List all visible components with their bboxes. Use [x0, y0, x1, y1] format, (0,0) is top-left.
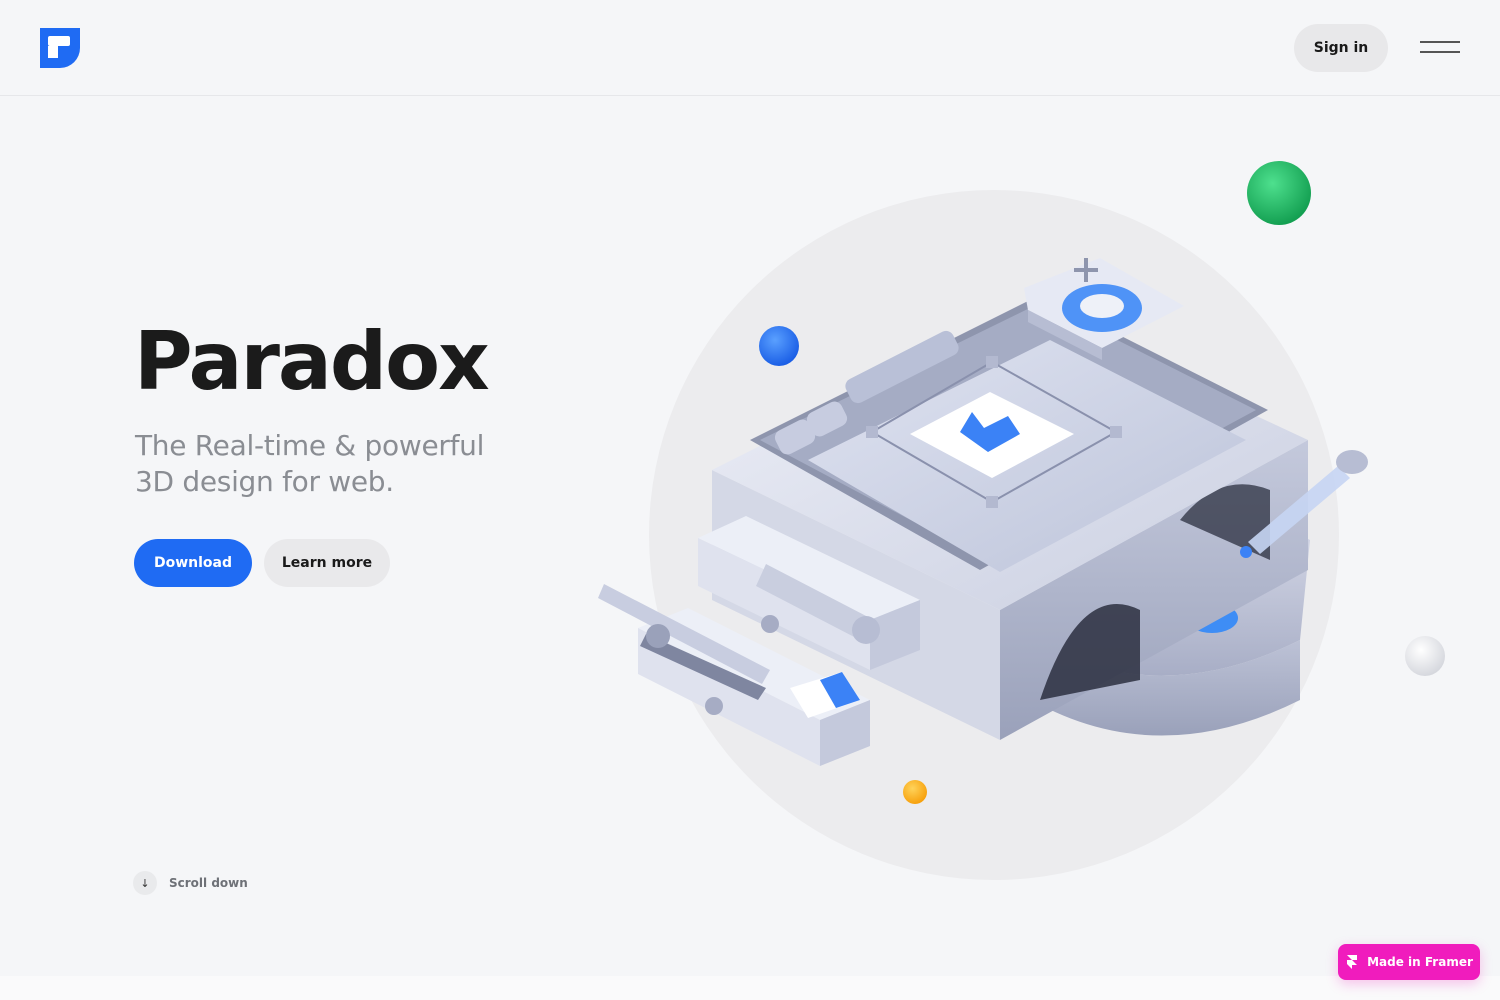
menu-line — [1420, 41, 1460, 43]
hero-subtitle: The Real-time & powerful 3D design for w… — [135, 429, 485, 498]
next-section-edge — [0, 976, 1500, 1000]
hamburger-menu-icon[interactable] — [1416, 38, 1464, 58]
blue-sphere — [759, 326, 799, 366]
scroll-down-link[interactable]: ↓ Scroll down — [133, 871, 248, 895]
hero-title: Paradox — [134, 315, 490, 408]
white-sphere — [1405, 636, 1445, 676]
download-button[interactable]: Download — [134, 539, 252, 587]
menu-line — [1420, 51, 1460, 53]
paradox-logo-icon[interactable] — [40, 28, 80, 68]
3d-design-tool-illustration — [598, 161, 1445, 880]
sign-in-button[interactable]: Sign in — [1294, 24, 1388, 72]
scroll-down-label: Scroll down — [169, 876, 248, 890]
learn-more-button[interactable]: Learn more — [264, 539, 390, 587]
green-sphere — [1247, 161, 1311, 225]
framer-icon — [1347, 955, 1358, 969]
yellow-sphere — [903, 780, 927, 804]
arrow-down-icon: ↓ — [133, 871, 157, 895]
site-header: Sign in — [0, 0, 1500, 96]
badge-label: Made in Framer — [1367, 955, 1473, 969]
made-in-framer-badge[interactable]: Made in Framer — [1338, 944, 1480, 980]
